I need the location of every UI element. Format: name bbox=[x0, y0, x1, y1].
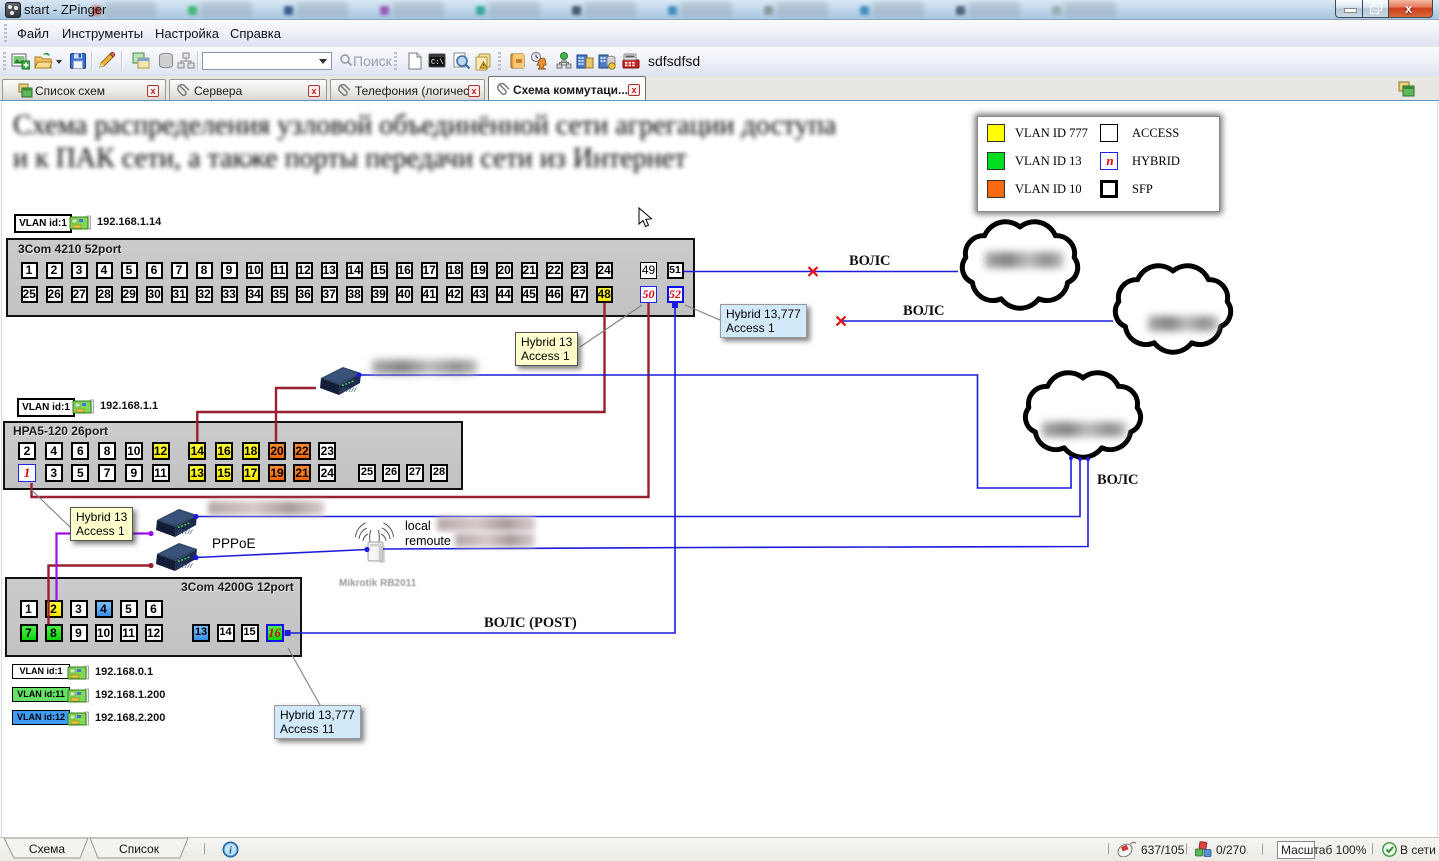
svg-text:Схема: Схема bbox=[29, 842, 65, 856]
svg-text:i: i bbox=[229, 846, 232, 857]
svg-text:Список: Список bbox=[119, 842, 160, 856]
